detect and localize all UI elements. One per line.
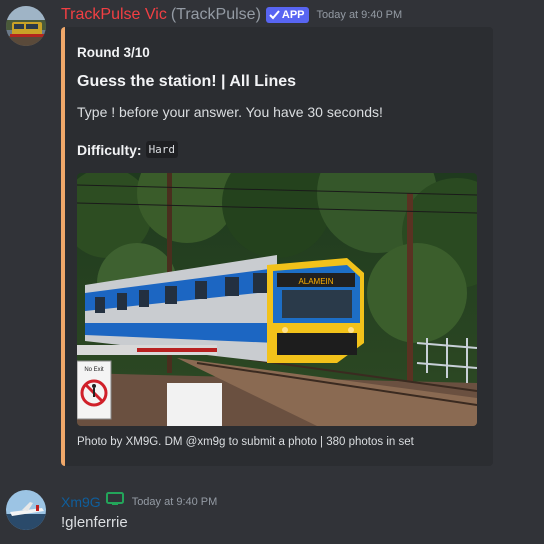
difficulty-value: Hard: [145, 141, 179, 158]
embed-round: Round 3/10: [77, 45, 150, 60]
embed-card: Round 3/10 Guess the station! | All Line…: [61, 27, 493, 466]
embed-image[interactable]: ALAMEIN No Exit: [77, 173, 477, 426]
user-avatar[interactable]: [6, 490, 46, 530]
bot-username[interactable]: TrackPulse Vic: [61, 6, 167, 24]
bot-avatar[interactable]: [6, 6, 46, 46]
embed-title: Guess the station! | All Lines: [77, 73, 297, 90]
difficulty-label: Difficulty:: [77, 141, 142, 158]
timestamp[interactable]: Today at 9:40 PM: [132, 496, 218, 508]
message-content: !glenferrie: [61, 514, 128, 531]
destination-sign: ALAMEIN: [298, 277, 333, 286]
user-username[interactable]: Xm9G: [61, 494, 101, 510]
monitor-icon: [105, 492, 124, 511]
no-exit-sign-text: No Exit: [84, 367, 104, 373]
timestamp[interactable]: Today at 9:40 PM: [317, 9, 403, 21]
bot-handle: (TrackPulse): [170, 6, 261, 23]
app-badge-label: APP: [281, 9, 305, 21]
embed-footer: Photo by XM9G. DM @xm9g to submit a phot…: [77, 436, 414, 448]
app-badge: APP: [265, 7, 309, 23]
embed-description: Type ! before your answer. You have 30 s…: [77, 104, 383, 120]
embed-difficulty: Difficulty: Hard: [77, 141, 179, 158]
checkmark-icon: [269, 10, 280, 20]
